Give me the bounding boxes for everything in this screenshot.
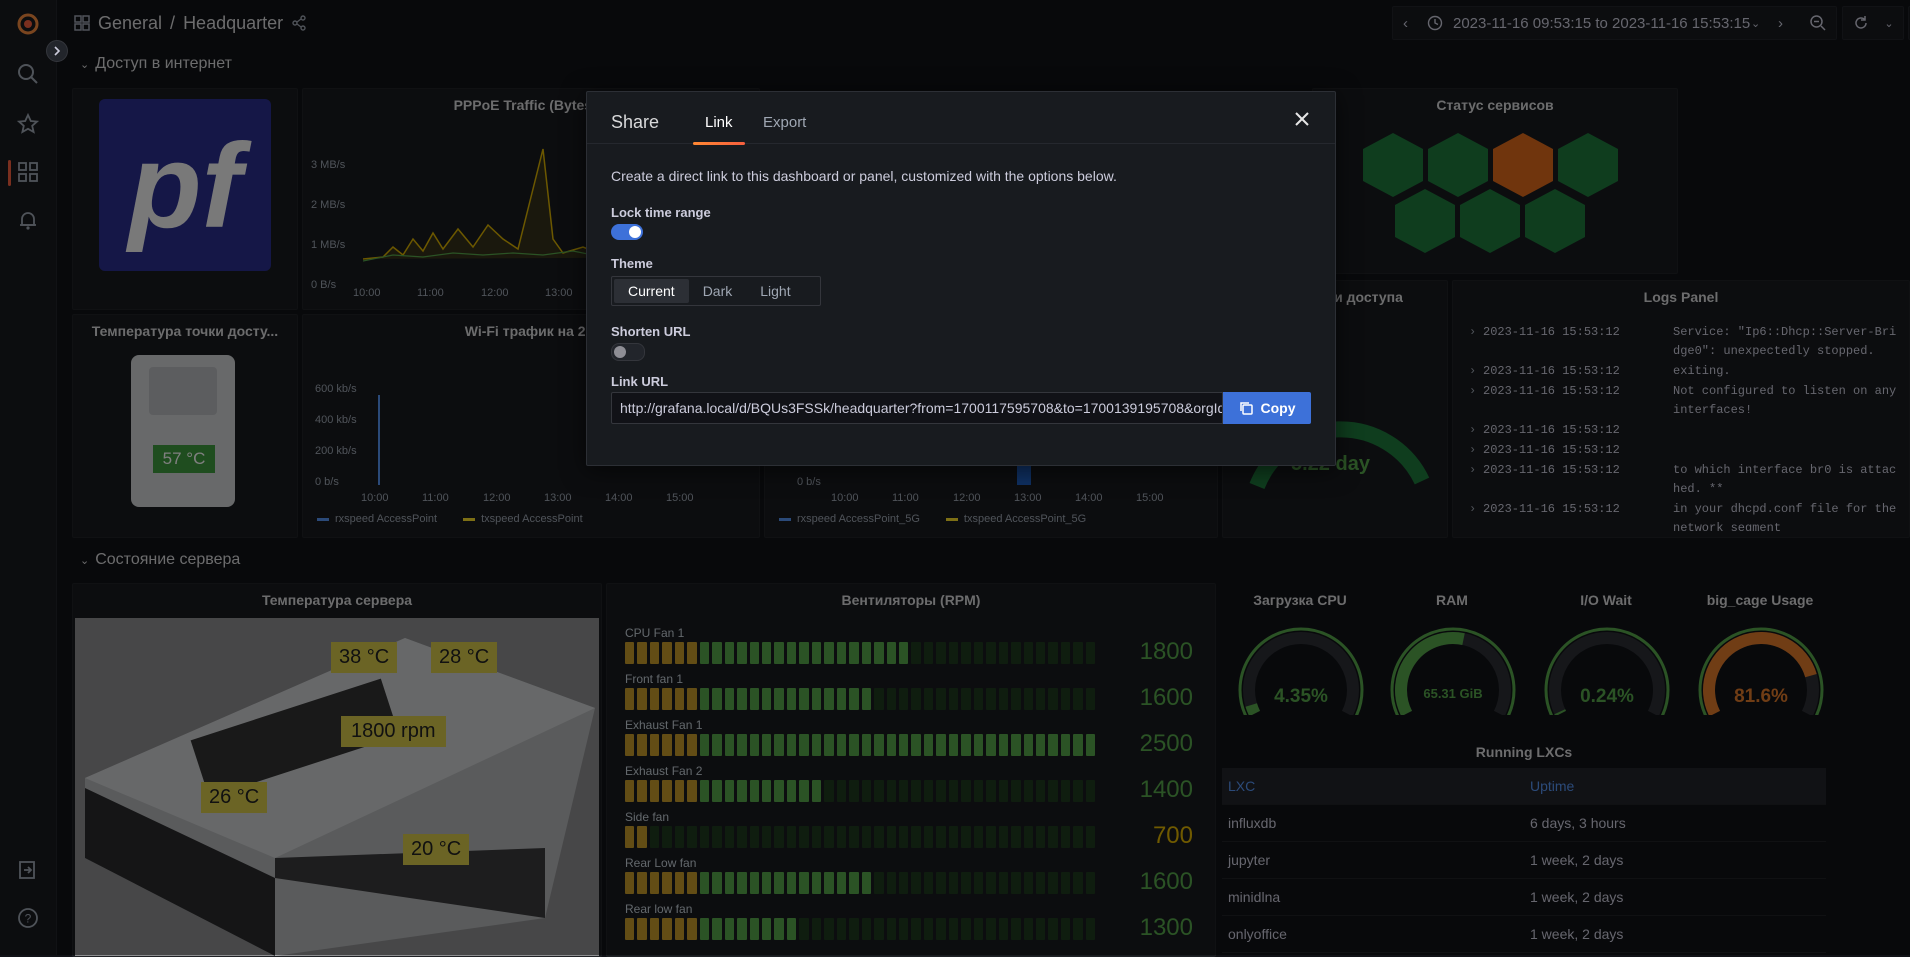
link-url-input[interactable]: http://grafana.local/d/BQUs3FSSk/headqua… <box>611 392 1223 424</box>
link-url-label: Link URL <box>611 374 669 389</box>
copy-label: Copy <box>1260 400 1296 416</box>
copy-button[interactable]: Copy <box>1223 392 1311 424</box>
shorten-url-toggle[interactable] <box>611 343 645 361</box>
lock-time-range-label: Lock time range <box>611 205 711 220</box>
copy-icon <box>1239 402 1253 415</box>
close-icon <box>1295 112 1309 126</box>
lock-time-range-toggle[interactable] <box>611 224 643 240</box>
theme-label: Theme <box>611 256 653 271</box>
shorten-url-label: Shorten URL <box>611 324 691 339</box>
theme-radio-group: Current Dark Light <box>611 276 821 306</box>
share-modal-title: Share <box>611 112 660 132</box>
share-modal: Share Link Export Create a direct link t… <box>586 91 1336 466</box>
theme-option-light[interactable]: Light <box>746 279 804 303</box>
expand-sidebar-button[interactable] <box>46 40 68 62</box>
close-modal-button[interactable] <box>1291 108 1313 130</box>
share-description: Create a direct link to this dashboard o… <box>611 168 1117 184</box>
theme-option-current[interactable]: Current <box>614 279 689 303</box>
tab-export[interactable]: Export <box>763 114 806 131</box>
toggle-knob <box>614 346 626 358</box>
share-modal-header: Share Link Export <box>587 92 1335 145</box>
tab-link[interactable]: Link <box>693 114 744 145</box>
toggle-knob <box>629 226 641 238</box>
theme-option-dark[interactable]: Dark <box>689 279 747 303</box>
chevron-right-icon <box>54 46 61 56</box>
